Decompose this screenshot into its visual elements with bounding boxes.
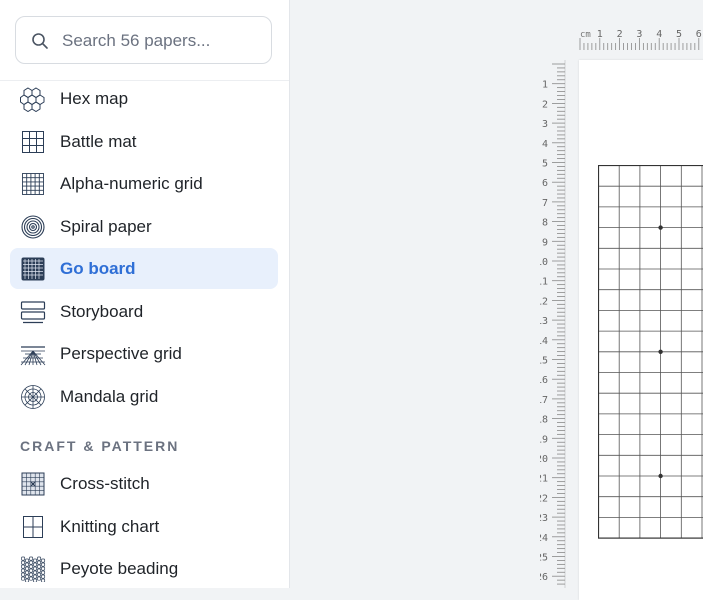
- ruler-tick-label: 5: [542, 159, 548, 170]
- ruler-tick-label: 5: [676, 29, 682, 40]
- spiral-icon: [20, 214, 46, 240]
- ruler-tick-label: 14: [540, 336, 548, 347]
- sidebar-item-label: Mandala grid: [60, 376, 158, 417]
- ruler-tick-label: 4: [656, 29, 662, 40]
- ruler-tick-label: 3: [542, 119, 548, 130]
- cross-stitch-icon: [20, 471, 46, 497]
- go-board-grid: [598, 165, 703, 539]
- sidebar-item-peyote-beading[interactable]: Peyote beading: [10, 548, 278, 588]
- ruler-tick-label: 17: [540, 395, 548, 406]
- search-icon: [31, 32, 49, 50]
- alpha-numeric-grid-icon: [20, 171, 46, 197]
- ruler-tick-label: 6: [696, 29, 702, 40]
- ruler-tick-label: 6: [542, 178, 548, 189]
- ruler-tick-label: 18: [540, 415, 548, 426]
- ruler-tick-label: 3: [636, 29, 642, 40]
- sidebar-item-label: Spiral paper: [60, 206, 152, 247]
- sidebar-item-storyboard[interactable]: Storyboard: [10, 291, 278, 332]
- battle-mat-icon: [20, 129, 46, 155]
- sidebar-item-label: Go board: [60, 248, 136, 289]
- perspective-grid-icon: [20, 341, 46, 367]
- sidebar-item-label: Hex map: [60, 78, 128, 119]
- star-point: [658, 225, 662, 229]
- ruler-tick-label: 24: [540, 533, 548, 544]
- ruler-tick-label: 25: [540, 553, 548, 564]
- search-input[interactable]: [60, 17, 264, 65]
- sidebar-item-label: Knitting chart: [60, 506, 159, 547]
- hex-map-icon: [20, 86, 46, 112]
- sidebar-item-battle-mat[interactable]: Battle mat: [10, 121, 278, 162]
- peyote-beading-icon: [20, 556, 46, 582]
- mandala-grid-icon: [20, 384, 46, 410]
- ruler-tick-label: 2: [617, 29, 623, 40]
- ruler-tick-label: 20: [540, 454, 548, 465]
- ruler-tick-label: 23: [540, 513, 548, 524]
- sidebar-item-mandala-grid[interactable]: Mandala grid: [10, 376, 278, 417]
- go-board-icon: [20, 256, 46, 282]
- sidebar-item-go-board[interactable]: Go board: [10, 248, 278, 289]
- sidebar-item-perspective-grid[interactable]: Perspective grid: [10, 333, 278, 374]
- ruler-tick-label: 1: [597, 29, 603, 40]
- vertical-ruler: 1234567891011121314151617181920212223242…: [540, 60, 580, 588]
- sidebar-item-alpha-numeric-grid[interactable]: Alpha-numeric grid: [10, 163, 278, 204]
- sidebar-item-label: Storyboard: [60, 291, 143, 332]
- sidebar-item-label: Alpha-numeric grid: [60, 163, 203, 204]
- search-box[interactable]: [15, 16, 272, 64]
- sidebar-item-cross-stitch[interactable]: Cross-stitch: [10, 463, 278, 504]
- ruler-tick-label: 19: [540, 434, 548, 445]
- ruler-tick-label: 11: [540, 277, 548, 288]
- ruler-tick-label: 4: [542, 139, 548, 150]
- sidebar-item-spiral-paper[interactable]: Spiral paper: [10, 206, 278, 247]
- section-header-craft-pattern: CRAFT & PATTERN: [20, 438, 179, 454]
- ruler-tick-label: 1: [542, 80, 548, 91]
- ruler-tick-label: 26: [540, 572, 548, 583]
- storyboard-icon: [20, 299, 46, 325]
- sidebar-item-knitting-chart[interactable]: Knitting chart: [10, 506, 278, 547]
- sidebar-item-label: Battle mat: [60, 121, 137, 162]
- sidebar-item-label: Peyote beading: [60, 548, 178, 588]
- ruler-tick-label: 21: [540, 474, 548, 485]
- ruler-tick-label: 16: [540, 375, 548, 386]
- sidebar-item-label: Perspective grid: [60, 333, 182, 374]
- ruler-tick-label: 15: [540, 356, 548, 367]
- ruler-tick-label: 12: [540, 296, 548, 307]
- star-point: [658, 350, 662, 354]
- horizontal-ruler: cm 1 2 3 4 5 6: [577, 26, 703, 54]
- ruler-unit-label: cm: [580, 30, 591, 40]
- star-point: [658, 474, 662, 478]
- ruler-tick-label: 8: [542, 218, 548, 229]
- sidebar-item-label: Cross-stitch: [60, 463, 150, 504]
- ruler-tick-label: 10: [540, 257, 548, 268]
- ruler-tick-label: 9: [542, 237, 548, 248]
- ruler-tick-label: 7: [542, 198, 548, 209]
- knitting-chart-icon: [20, 514, 46, 540]
- canvas-area[interactable]: cm123456 1234567891011121314151617181920…: [290, 0, 703, 588]
- paper-preview: [579, 60, 703, 600]
- ruler-tick-label: 2: [542, 99, 548, 110]
- ruler-tick-label: 22: [540, 493, 548, 504]
- ruler-tick-label: 13: [540, 316, 548, 327]
- sidebar: Hex map Battle mat Alpha-numeric grid: [0, 0, 290, 588]
- sidebar-item-hex-map[interactable]: Hex map: [10, 78, 278, 119]
